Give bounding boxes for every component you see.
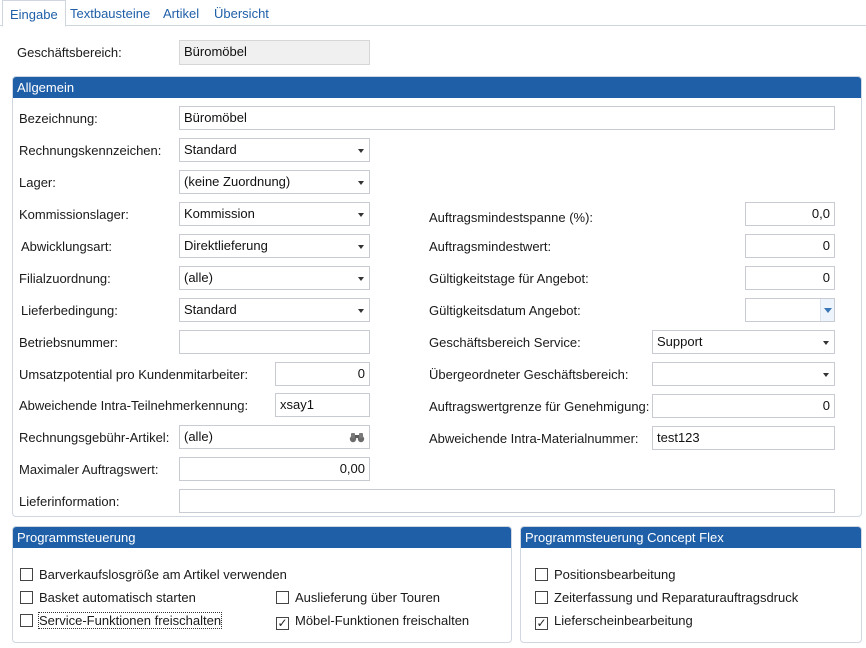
- betriebsnummer-input[interactable]: [179, 330, 370, 354]
- auftragsmindestspanne-label: Auftragsmindestspanne (%):: [429, 210, 594, 225]
- lager-value: (keine Zuordnung): [184, 174, 291, 189]
- checkbox-box[interactable]: [535, 568, 548, 581]
- lieferinformation-input[interactable]: [179, 489, 835, 513]
- checkbox-box[interactable]: [20, 591, 33, 604]
- check-icon: ✓: [536, 616, 547, 630]
- gb-service-label: Geschäftsbereich Service:: [429, 335, 581, 350]
- abwicklungsart-select[interactable]: Direktlieferung: [179, 234, 370, 258]
- auslieferung-touren-checkbox[interactable]: Auslieferung über Touren: [276, 589, 440, 607]
- calendar-dropdown-button[interactable]: [820, 299, 834, 321]
- abwicklungsart-label: Abwicklungsart:: [21, 239, 113, 254]
- tab-artikel[interactable]: Artikel: [163, 4, 199, 26]
- gueltigkeitstage-label: Gültigkeitstage für Angebot:: [429, 271, 589, 286]
- moebel-funktionen-checkbox[interactable]: ✓ Möbel-Funktionen freischalten: [276, 612, 469, 630]
- gb-service-value: Support: [657, 334, 703, 349]
- checkbox-box[interactable]: [20, 568, 33, 581]
- checkbox-label: Barverkaufslosgröße am Artikel verwenden: [39, 567, 287, 582]
- gueltigkeitsdatum-label: Gültigkeitsdatum Angebot:: [429, 303, 581, 318]
- auftragsmindestspanne-input[interactable]: 0,0: [745, 202, 835, 226]
- auftragsmindestwert-input[interactable]: 0: [745, 234, 835, 258]
- chevron-down-icon: [358, 309, 364, 313]
- tab-uebersicht[interactable]: Übersicht: [214, 4, 269, 26]
- auftragswertgrenze-label: Auftragswertgrenze für Genehmigung:: [429, 399, 650, 414]
- lieferbedingung-label: Lieferbedingung:: [21, 303, 118, 318]
- filialzuordnung-select[interactable]: (alle): [179, 266, 370, 290]
- lager-select[interactable]: (keine Zuordnung): [179, 170, 370, 194]
- betriebsnummer-label: Betriebsnummer:: [19, 335, 118, 350]
- checkbox-label: Lieferscheinbearbeitung: [554, 613, 693, 628]
- checkbox-box[interactable]: ✓: [535, 617, 548, 630]
- checkbox-label: Zeiterfassung und Reparaturauftragsdruck: [554, 590, 799, 605]
- chevron-down-icon: [823, 341, 829, 345]
- rechnungsgebuehr-lookup[interactable]: (alle): [179, 425, 370, 449]
- kommissionslager-value: Kommission: [184, 206, 255, 221]
- checkbox-label: Auslieferung über Touren: [295, 590, 441, 605]
- tab-eingabe[interactable]: Eingabe: [2, 0, 66, 27]
- kommissionslager-label: Kommissionslager:: [19, 207, 129, 222]
- intra-material-label: Abweichende Intra-Materialnummer:: [429, 431, 639, 446]
- checkbox-box[interactable]: [535, 591, 548, 604]
- positionsbearbeitung-checkbox[interactable]: Positionsbearbeitung: [535, 566, 675, 584]
- abwicklungsart-value: Direktlieferung: [184, 238, 268, 253]
- chevron-down-icon: [824, 308, 832, 313]
- service-funktionen-checkbox[interactable]: Service-Funktionen freischalten: [20, 612, 223, 630]
- checkbox-box[interactable]: ✓: [276, 617, 289, 630]
- concept-flex-title: Programmsteuerung Concept Flex: [521, 527, 861, 548]
- bezeichnung-label: Bezeichnung:: [19, 111, 98, 126]
- chevron-down-icon: [358, 149, 364, 153]
- chevron-down-icon: [358, 181, 364, 185]
- barverkaufslosgroesse-checkbox[interactable]: Barverkaufslosgröße am Artikel verwenden: [20, 566, 287, 584]
- auftragsmindestwert-label: Auftragsmindestwert:: [429, 239, 552, 254]
- rechnungsgebuehr-value: (alle): [184, 429, 213, 444]
- intra-teilnehmer-label: Abweichende Intra-Teilnehmerkennung:: [19, 398, 249, 413]
- chevron-down-icon: [358, 213, 364, 217]
- rechnungskennzeichen-label: Rechnungskennzeichen:: [19, 143, 162, 158]
- check-icon: ✓: [277, 616, 288, 630]
- chevron-down-icon: [358, 245, 364, 249]
- intra-material-input[interactable]: test123: [652, 426, 835, 450]
- filialzuordnung-label: Filialzuordnung:: [19, 271, 111, 286]
- checkbox-label: Möbel-Funktionen freischalten: [295, 613, 470, 628]
- max-auftragswert-input[interactable]: 0,00: [179, 457, 370, 481]
- lager-label: Lager:: [19, 175, 56, 190]
- umsatzpotential-input[interactable]: 0: [275, 362, 370, 386]
- checkbox-box[interactable]: [20, 614, 33, 627]
- programmsteuerung-title: Programmsteuerung: [13, 527, 511, 548]
- tab-textbausteine[interactable]: Textbausteine: [70, 4, 150, 26]
- chevron-down-icon: [358, 277, 364, 281]
- lieferscheinbearbeitung-checkbox[interactable]: ✓ Lieferscheinbearbeitung: [535, 612, 693, 630]
- rechnungsgebuehr-label: Rechnungsgebühr-Artikel:: [19, 430, 170, 445]
- checkbox-label: Basket automatisch starten: [39, 590, 196, 605]
- tab-bar: Eingabe Textbausteine Artikel Übersicht: [0, 0, 866, 27]
- zeiterfassung-checkbox[interactable]: Zeiterfassung und Reparaturauftragsdruck: [535, 589, 798, 607]
- uebergeordnet-select[interactable]: [652, 362, 835, 386]
- umsatzpotential-label: Umsatzpotential pro Kundenmitarbeiter:: [19, 367, 249, 382]
- uebergeordnet-label: Übergeordneter Geschäftsbereich:: [429, 367, 629, 382]
- auftragswertgrenze-input[interactable]: 0: [652, 394, 835, 418]
- gb-service-select[interactable]: Support: [652, 330, 835, 354]
- intra-teilnehmer-input[interactable]: xsay1: [275, 393, 370, 417]
- allgemein-group-title: Allgemein: [13, 77, 861, 98]
- basket-automatisch-checkbox[interactable]: Basket automatisch starten: [20, 589, 196, 607]
- checkbox-label: Service-Funktionen freischalten: [37, 612, 223, 629]
- kommissionslager-select[interactable]: Kommission: [179, 202, 370, 226]
- rechnungskennzeichen-value: Standard: [184, 142, 237, 157]
- lieferbedingung-select[interactable]: Standard: [179, 298, 370, 322]
- geschaeftsbereich-label: Geschäftsbereich:: [17, 45, 122, 60]
- max-auftragswert-label: Maximaler Auftragswert:: [19, 462, 159, 477]
- bezeichnung-input[interactable]: Büromöbel: [179, 106, 835, 130]
- gueltigkeitsdatum-picker[interactable]: [745, 298, 835, 322]
- rechnungskennzeichen-select[interactable]: Standard: [179, 138, 370, 162]
- geschaeftsbereich-field: Büromöbel: [179, 40, 370, 65]
- filialzuordnung-value: (alle): [184, 270, 213, 285]
- checkbox-box[interactable]: [276, 591, 289, 604]
- checkbox-label: Positionsbearbeitung: [554, 567, 676, 582]
- lieferinformation-label: Lieferinformation:: [19, 494, 120, 509]
- chevron-down-icon: [823, 373, 829, 377]
- lieferbedingung-value: Standard: [184, 302, 237, 317]
- gueltigkeitstage-input[interactable]: 0: [745, 266, 835, 290]
- binoculars-icon[interactable]: [349, 431, 365, 443]
